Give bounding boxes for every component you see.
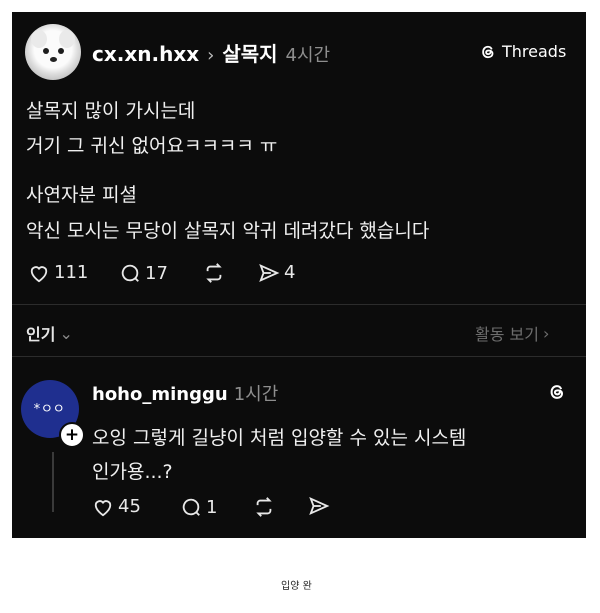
comment-button[interactable]: 17 <box>119 262 168 284</box>
share-icon <box>259 263 280 282</box>
reply-body-line-2: 인가용...? <box>92 461 173 483</box>
follow-plus-button[interactable]: + <box>59 422 85 448</box>
like-button[interactable]: 111 <box>28 262 88 283</box>
post-body-line-3: 사연자분 피셜 <box>26 184 137 206</box>
thread-connector-line <box>52 452 54 512</box>
breadcrumb-separator: › <box>207 45 215 66</box>
share-button[interactable]: 4 <box>258 262 295 283</box>
post-topic[interactable]: 살목지 <box>222 38 277 67</box>
sort-label: 인기 <box>26 325 56 344</box>
repost-icon <box>206 263 222 283</box>
activity-label: 활동 보기 <box>475 325 539 344</box>
threads-logo-icon[interactable] <box>547 382 567 402</box>
heart-icon <box>94 499 112 516</box>
like-count: 111 <box>54 262 89 283</box>
repost-icon <box>256 497 272 517</box>
reply-comment-count: 1 <box>206 496 218 518</box>
post-time: 4시간 <box>285 45 331 66</box>
reply-comment-button[interactable]: 1 <box>180 496 217 518</box>
avatar[interactable] <box>25 24 81 80</box>
comment-icon <box>182 498 200 516</box>
post-username[interactable]: cx.xn.hxx <box>92 42 199 66</box>
threads-brand[interactable]: Threads <box>479 42 566 61</box>
share-icon <box>309 497 330 515</box>
sort-dropdown[interactable]: 인기 ⌄ <box>26 321 73 345</box>
reply-repost-button[interactable] <box>252 496 276 518</box>
repost-button[interactable] <box>202 262 226 284</box>
view-activity-link[interactable]: 활동 보기 › <box>475 321 549 345</box>
comment-count: 17 <box>145 262 168 284</box>
post-body-line-2: 거기 그 귀신 없어요ㅋㅋㅋㅋ ㅠ <box>26 135 278 157</box>
avatar-face: *ㅇㅇ <box>33 402 65 417</box>
divider <box>12 304 586 305</box>
threads-screenshot-card: cx.xn.hxx › 살목지 4시간 Threads 살목지 많이 가시는데 … <box>12 12 586 538</box>
divider <box>12 356 586 357</box>
reply-like-count: 45 <box>118 496 141 517</box>
comment-icon <box>121 264 139 282</box>
threads-logo-icon <box>482 45 494 58</box>
reply-username[interactable]: hoho_minggu <box>92 384 228 405</box>
threads-brand-label: Threads <box>502 42 567 61</box>
chevron-down-icon: ⌄ <box>59 323 73 343</box>
reply-like-button[interactable]: 45 <box>92 496 141 517</box>
reply-time: 1시간 <box>233 384 279 405</box>
reply-body-line-1: 오잉 그렇게 길냥이 처럼 입양할 수 있는 시스템 <box>92 427 467 449</box>
chevron-right-icon: › <box>542 323 550 343</box>
post-body-line-1: 살목지 많이 가시는데 <box>26 100 196 122</box>
reply-share-button[interactable] <box>308 496 330 516</box>
post-body-line-4: 악신 모시는 무당이 살목지 악귀 데려갔다 했습니다 <box>26 220 430 242</box>
share-count: 4 <box>284 262 296 283</box>
caption-text: 입양 완 <box>281 581 312 592</box>
heart-icon <box>30 265 48 282</box>
